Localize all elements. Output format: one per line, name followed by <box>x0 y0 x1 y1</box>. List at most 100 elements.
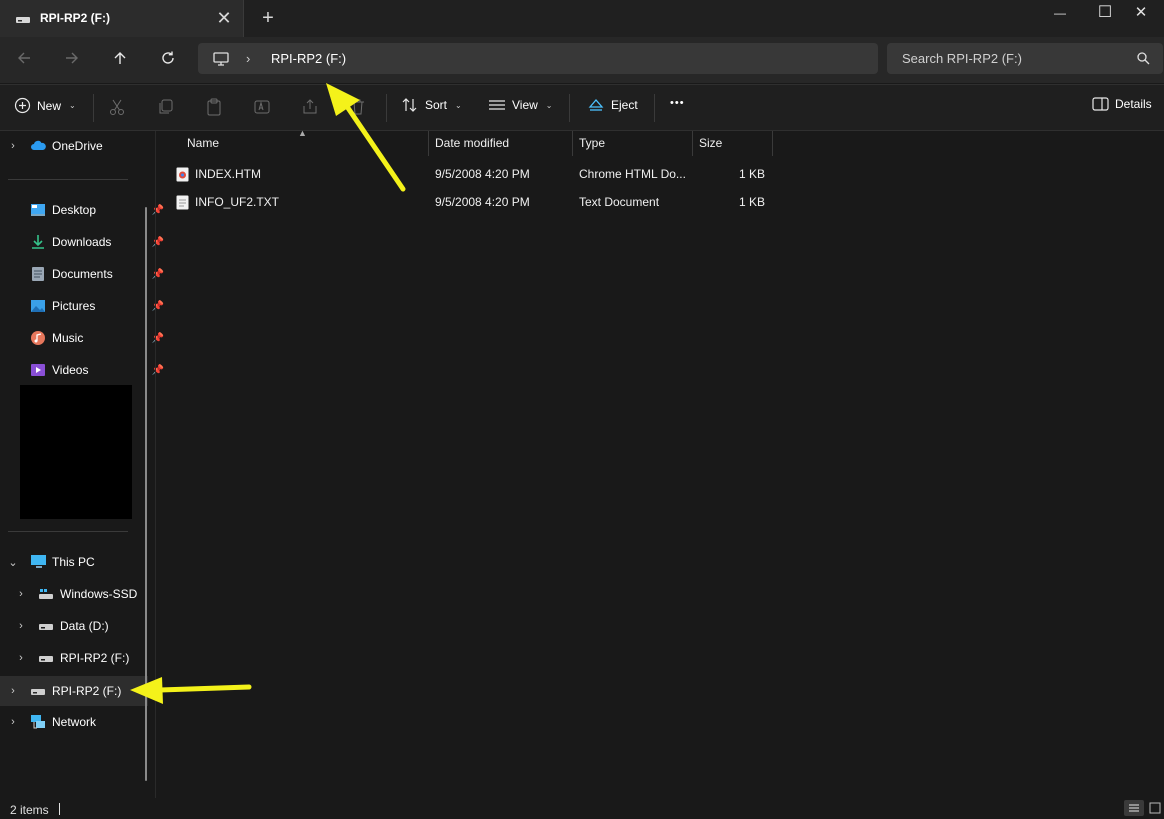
refresh-icon <box>162 51 174 64</box>
pin-icon[interactable]: 📌 <box>152 365 164 376</box>
column-separator[interactable] <box>572 131 573 156</box>
file-row[interactable]: INDEX.HTM 9/5/2008 4:20 PM Chrome HTML D… <box>170 160 775 188</box>
sidebar-item-rpi-rp2-removable[interactable]: › RPI-RP2 (F:) <box>6 676 154 706</box>
sidebar-divider <box>8 531 128 532</box>
sidebar-item-onedrive[interactable]: › OneDrive <box>6 131 154 161</box>
sidebar-item-this-pc[interactable]: ⌄ This PC <box>6 547 154 577</box>
this-pc-icon <box>30 554 46 570</box>
computer-icon <box>212 51 230 70</box>
column-header-name[interactable]: Name <box>187 131 219 156</box>
copy-icon[interactable] <box>157 98 181 118</box>
chevron-right-icon[interactable]: › <box>6 685 20 697</box>
toolbar-divider <box>93 94 94 122</box>
up-button[interactable] <box>104 43 136 73</box>
windows-drive-icon <box>38 586 54 602</box>
file-row[interactable]: INFO_UF2.TXT 9/5/2008 4:20 PM Text Docum… <box>170 188 775 216</box>
pin-icon[interactable]: 📌 <box>152 269 164 280</box>
column-separator[interactable] <box>772 131 773 156</box>
sidebar-item-windows-ssd[interactable]: › Windows-SSD <box>14 579 162 609</box>
videos-icon <box>30 362 46 378</box>
details-pane-button[interactable]: Details <box>1092 97 1152 111</box>
chevron-right-icon[interactable]: › <box>6 716 20 728</box>
back-arrow-icon <box>18 52 30 64</box>
breadcrumb-separator[interactable]: › <box>246 51 250 66</box>
minimize-button[interactable]: — <box>1037 6 1083 28</box>
sidebar-item-rpi-rp2-under-pc[interactable]: › RPI-RP2 (F:) <box>14 643 162 673</box>
more-options-button[interactable]: ••• <box>670 97 685 109</box>
sidebar-divider <box>8 179 128 180</box>
rename-icon[interactable] <box>253 98 277 118</box>
sidebar-scrollbar[interactable] <box>145 207 147 781</box>
details-pane-icon <box>1092 97 1109 111</box>
status-divider <box>59 803 60 815</box>
pin-icon[interactable]: 📌 <box>152 237 164 248</box>
eject-button[interactable]: Eject <box>587 97 638 113</box>
drive-icon <box>38 618 54 634</box>
tab-active[interactable] <box>0 0 244 37</box>
column-header-type[interactable]: Type <box>579 131 605 156</box>
sidebar-item-label: Music <box>52 331 84 345</box>
forward-button[interactable] <box>56 43 88 73</box>
column-header-size[interactable]: Size <box>699 131 722 156</box>
pin-icon[interactable]: 📌 <box>152 205 164 216</box>
chrome-html-file-icon <box>176 167 189 185</box>
sort-button[interactable]: Sort ⌄ <box>401 97 462 113</box>
file-date: 9/5/2008 4:20 PM <box>435 167 530 181</box>
eject-icon <box>588 99 604 111</box>
column-separator[interactable] <box>692 131 693 156</box>
pin-icon[interactable]: 📌 <box>152 333 164 344</box>
drive-icon <box>15 14 31 28</box>
sidebar-item-label: Desktop <box>52 203 97 217</box>
details-label: Details <box>1115 97 1152 111</box>
chevron-right-icon[interactable]: › <box>14 620 28 632</box>
sort-icon <box>402 98 417 112</box>
eject-label: Eject <box>611 98 638 112</box>
close-window-button[interactable]: ✕ <box>1118 3 1164 25</box>
sort-label: Sort <box>425 98 448 112</box>
pane-divider[interactable] <box>155 131 156 798</box>
sidebar-item-label: Documents <box>52 267 113 281</box>
back-button[interactable] <box>8 43 40 73</box>
delete-icon[interactable] <box>349 98 373 118</box>
tiles-view-toggle[interactable] <box>1148 800 1162 816</box>
view-button[interactable]: View ⌄ <box>488 97 553 113</box>
view-lines-icon <box>489 100 505 110</box>
documents-icon <box>30 266 46 282</box>
file-type: Text Document <box>579 195 660 209</box>
sidebar-item-label: This PC <box>52 555 95 569</box>
status-bar <box>0 798 1164 816</box>
forward-arrow-icon <box>66 52 78 64</box>
file-size: 1 KB <box>738 167 765 181</box>
sidebar-item-network[interactable]: › Network <box>6 707 154 737</box>
file-name: INFO_UF2.TXT <box>195 195 280 209</box>
details-view-icon <box>1129 804 1139 812</box>
toolbar-divider <box>654 94 655 122</box>
cut-icon[interactable] <box>108 98 132 118</box>
sidebar-item-label: Network <box>52 715 97 729</box>
column-separator[interactable] <box>428 131 429 156</box>
pin-icon[interactable]: 📌 <box>152 301 164 312</box>
sidebar-item-data-d[interactable]: › Data (D:) <box>14 611 162 641</box>
pictures-icon <box>30 298 46 314</box>
new-button[interactable]: New ⌄ <box>14 97 76 114</box>
new-tab-button[interactable]: + <box>257 7 279 29</box>
sidebar-item-label: OneDrive <box>52 139 103 153</box>
file-type: Chrome HTML Do... <box>579 167 686 181</box>
chevron-right-icon[interactable]: › <box>14 588 28 600</box>
music-icon <box>30 330 46 346</box>
breadcrumb-location[interactable]: RPI-RP2 (F:) <box>271 51 346 66</box>
share-icon[interactable] <box>301 98 325 118</box>
redacted-area <box>20 385 132 519</box>
file-size: 1 KB <box>738 195 765 209</box>
paste-icon[interactable] <box>205 98 229 118</box>
chevron-right-icon[interactable]: › <box>6 140 20 152</box>
tab-close-button[interactable]: ✕ <box>213 7 235 29</box>
search-icon[interactable] <box>1136 51 1150 68</box>
sort-ascending-icon: ▲ <box>298 128 307 138</box>
column-header-date[interactable]: Date modified <box>435 131 509 156</box>
details-view-toggle[interactable] <box>1124 800 1144 816</box>
chevron-down-icon[interactable]: ⌄ <box>6 556 20 569</box>
refresh-button[interactable] <box>152 43 184 73</box>
chevron-right-icon[interactable]: › <box>14 652 28 664</box>
sidebar-item-label: RPI-RP2 (F:) <box>52 684 122 698</box>
